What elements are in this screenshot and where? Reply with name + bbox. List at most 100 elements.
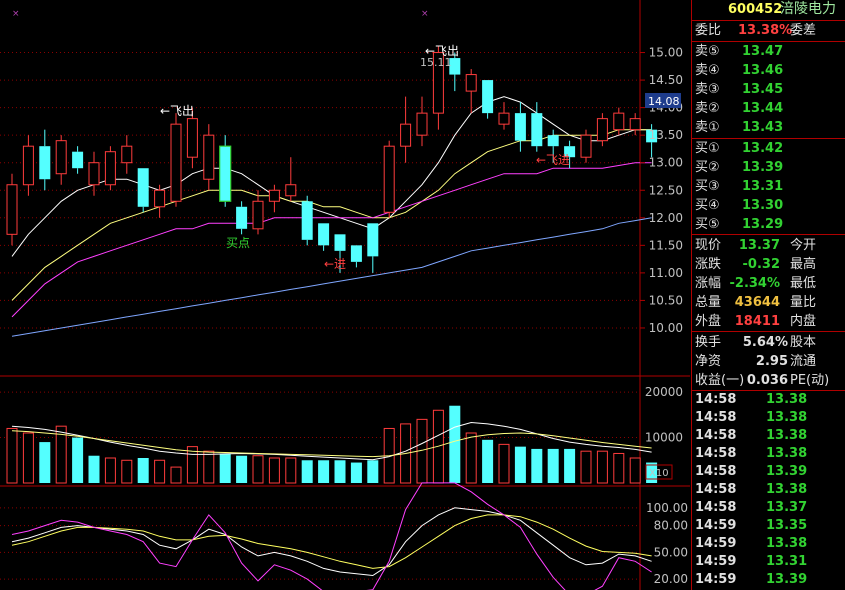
buy-level-row: 买② 13.39 xyxy=(692,158,845,177)
volume-bar xyxy=(564,448,576,483)
stat-value: 43644 xyxy=(734,295,780,310)
candle-body-up xyxy=(629,118,641,131)
order-diff-label: 委差 xyxy=(790,23,817,38)
sell-level-row: 卖② 13.44 xyxy=(692,99,845,118)
order-ratio-row: 委比 13.38% 委差 xyxy=(692,21,845,40)
candle-body-up xyxy=(498,112,510,125)
kline-chart-area[interactable]: 20000 10000 100.00 80.00 50.00 20.00 15.00 14.… xyxy=(0,0,690,590)
buy-level-price: 13.30 xyxy=(742,198,784,213)
candle-body-up xyxy=(416,112,428,136)
tick-price: 13.38 xyxy=(766,536,808,551)
sell-level-row: 卖① 13.43 xyxy=(692,118,845,137)
tick-row[interactable]: 14:58 13.38 xyxy=(692,481,845,499)
buy-level-price: 13.42 xyxy=(742,141,784,156)
candle-body-down xyxy=(514,113,526,141)
stat-value: -0.32 xyxy=(742,257,780,272)
candle[interactable] xyxy=(6,173,18,246)
sell-level-price: 13.44 xyxy=(742,101,784,116)
price-tick-label: 13.50 xyxy=(649,128,683,142)
volume-bar xyxy=(170,466,182,484)
annotation-high-price: 15.11 xyxy=(420,56,452,69)
candle[interactable] xyxy=(482,80,494,119)
tick-row[interactable]: 14:58 13.39 xyxy=(692,463,845,481)
candle[interactable] xyxy=(170,113,182,207)
stat-label: 现价 xyxy=(695,238,722,253)
buy-level-row: 买③ 13.31 xyxy=(692,177,845,196)
sell-level-label: 卖② xyxy=(695,101,720,116)
kdj-tick-label: 80.00 xyxy=(654,519,688,533)
tick-row[interactable]: 14:59 13.35 xyxy=(692,517,845,535)
volume-tick-label: 10000 xyxy=(645,431,683,445)
buy-level-price: 13.39 xyxy=(742,160,784,175)
price-tick-label: 10.50 xyxy=(649,293,683,307)
volume-bar xyxy=(531,448,543,483)
kdj-tick-label: 50.00 xyxy=(654,545,688,559)
sell-level-price: 13.43 xyxy=(742,120,784,135)
buy-level-price: 13.29 xyxy=(742,217,784,232)
fundamental-row: 净资 2.95 流通 xyxy=(692,352,845,371)
volume-bar xyxy=(449,405,461,483)
sell-level-price: 13.47 xyxy=(742,44,784,59)
stat-row: 总量 43644 量比 xyxy=(692,293,845,312)
volume-bar xyxy=(252,455,264,484)
tick-row[interactable]: 14:59 13.38 xyxy=(692,535,845,553)
candle[interactable] xyxy=(301,195,313,246)
stock-code: 600452 xyxy=(728,2,783,17)
stat-right-label: 内盘 xyxy=(790,314,817,329)
candle[interactable] xyxy=(383,140,395,218)
volume-bar xyxy=(613,452,625,484)
candle-body-up xyxy=(383,145,395,213)
candle-body-up xyxy=(170,123,182,202)
volume-bar xyxy=(301,460,313,483)
stat-label: 外盘 xyxy=(695,314,722,329)
volume-bar xyxy=(547,448,559,483)
candle-body-down xyxy=(334,234,346,251)
volume-bar xyxy=(154,459,166,484)
annotation-buy-point: 买点 xyxy=(226,236,250,250)
stock-header[interactable]: 600452 涪陵电力 xyxy=(692,0,845,20)
kdj-tick-label: 100.00 xyxy=(646,501,688,515)
sell-level-row: 卖④ 13.46 xyxy=(692,61,845,80)
candle-body-up xyxy=(104,151,116,186)
sell-level-price: 13.46 xyxy=(742,63,784,78)
candle[interactable] xyxy=(104,146,116,191)
stat-value: -2.34% xyxy=(729,276,781,291)
tick-price: 13.38 xyxy=(766,428,808,443)
tick-row[interactable]: 14:58 13.38 xyxy=(692,427,845,445)
candle-body-up xyxy=(88,162,100,186)
candle-body-down xyxy=(482,80,494,114)
tick-row[interactable]: 14:58 13.38 xyxy=(692,391,845,409)
buy-level-label: 买④ xyxy=(695,198,720,213)
tick-row[interactable]: 14:58 13.38 xyxy=(692,445,845,463)
sell-level-label: 卖① xyxy=(695,120,720,135)
sell-level-row: 卖⑤ 13.47 xyxy=(692,42,845,61)
candle-body-down xyxy=(219,146,231,202)
tick-time: 14:58 xyxy=(695,446,737,461)
candle-body-down xyxy=(350,245,362,262)
tick-row[interactable]: 14:59 13.39 xyxy=(692,571,845,589)
price-tick-label: 11.50 xyxy=(649,238,683,252)
order-ratio-label: 委比 xyxy=(695,23,722,38)
sell-level-label: 卖③ xyxy=(695,82,720,97)
stat-right-label: 最低 xyxy=(790,276,817,291)
tick-row[interactable]: 14:59 13.31 xyxy=(692,553,845,571)
fundamental-right-label: 股本 xyxy=(790,335,817,350)
tick-row[interactable]: 14:58 13.37 xyxy=(692,499,845,517)
tick-time: 14:58 xyxy=(695,428,737,443)
fundamental-label: 净资 xyxy=(695,354,722,369)
stat-right-label: 最高 xyxy=(790,257,817,272)
stat-label: 涨幅 xyxy=(695,276,722,291)
candle[interactable] xyxy=(137,168,149,213)
tick-row[interactable]: 14:58 13.38 xyxy=(692,409,845,427)
marker-x-1: × xyxy=(12,9,20,19)
sell-level-label: 卖⑤ xyxy=(695,44,720,59)
tick-time: 14:58 xyxy=(695,482,737,497)
candle-body-up xyxy=(613,112,625,131)
stat-row: 涨跌 -0.32 最高 xyxy=(692,255,845,274)
sell-level-label: 卖④ xyxy=(695,63,720,78)
stat-row: 涨幅 -2.34% 最低 xyxy=(692,274,845,293)
buy-level-row: 买⑤ 13.29 xyxy=(692,215,845,234)
fundamental-value: 0.036 xyxy=(746,373,788,388)
volume-bar xyxy=(482,439,494,483)
tick-price: 13.35 xyxy=(766,518,808,533)
